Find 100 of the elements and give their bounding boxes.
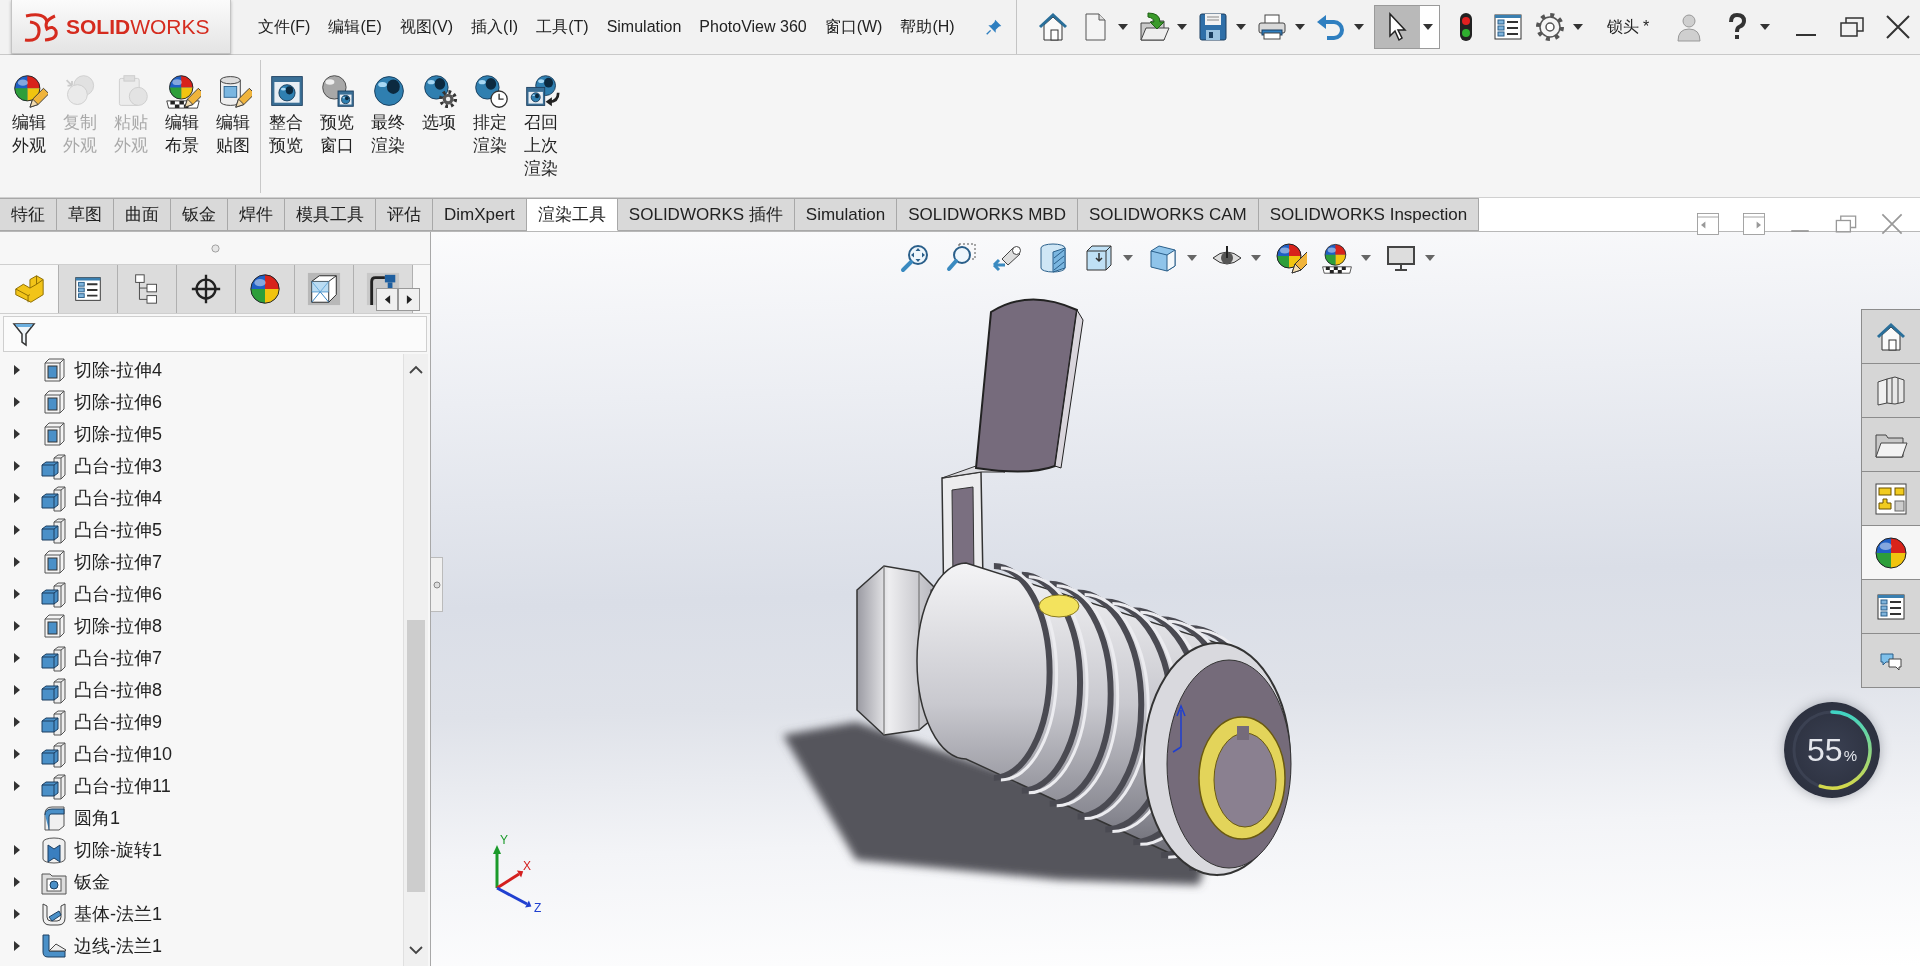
dropdown-caret-icon[interactable] xyxy=(1760,24,1771,30)
expand-arrow-icon[interactable] xyxy=(12,940,22,952)
command-tab[interactable]: 渲染工具 xyxy=(526,198,618,231)
command-tab[interactable]: SOLIDWORKS MBD xyxy=(897,198,1078,231)
scroll-right-button[interactable] xyxy=(398,288,420,311)
dropdown-caret-icon[interactable] xyxy=(1117,24,1128,30)
tree-item-label[interactable]: 凸台-拉伸9 xyxy=(74,710,162,734)
command-tab[interactable]: 曲面 xyxy=(114,198,171,231)
settings-icon[interactable] xyxy=(1533,11,1566,43)
ribbon-button[interactable]: 选项 xyxy=(414,55,465,180)
menu-item[interactable]: 帮助(H) xyxy=(900,16,955,38)
tree-item-label[interactable]: 切除-拉伸5 xyxy=(74,422,162,446)
expand-arrow-icon[interactable] xyxy=(12,716,22,728)
dropdown-caret-icon[interactable] xyxy=(1353,24,1364,30)
expand-arrow-icon[interactable] xyxy=(12,428,22,440)
ribbon-button[interactable]: 编辑贴图 xyxy=(208,55,259,157)
expand-arrow-icon[interactable] xyxy=(12,588,22,600)
expand-arrow-icon[interactable] xyxy=(12,396,22,408)
dropdown-caret-icon[interactable] xyxy=(1235,24,1246,30)
menu-item[interactable]: PhotoView 360 xyxy=(699,16,807,38)
tree-item-label[interactable]: 切除-拉伸6 xyxy=(74,390,162,414)
command-tab[interactable]: 评估 xyxy=(376,198,433,231)
command-tab[interactable]: DimXpert xyxy=(433,198,527,231)
command-tab[interactable]: 特征 xyxy=(0,198,57,231)
section-cylinder-icon[interactable] xyxy=(1037,242,1069,274)
panel-tab[interactable] xyxy=(177,265,236,313)
tile-right-icon[interactable] xyxy=(1740,210,1768,238)
dropdown-caret-icon[interactable] xyxy=(1294,24,1305,30)
menu-item[interactable]: 工具(T) xyxy=(536,16,589,38)
ribbon-button[interactable]: 排定渲染 xyxy=(465,55,516,180)
panel-tab[interactable] xyxy=(59,265,118,313)
tree-item-label[interactable]: 凸台-拉伸7 xyxy=(74,646,162,670)
folder-arrow-icon[interactable] xyxy=(1137,11,1170,43)
ribbon-button[interactable]: 整合预览 xyxy=(261,55,312,180)
splitter-handle-icon[interactable] xyxy=(210,243,220,253)
panel-tab[interactable] xyxy=(295,265,354,313)
panel-tab[interactable] xyxy=(118,265,177,313)
dropdown-caret-icon[interactable] xyxy=(1123,255,1133,261)
command-tab[interactable]: SOLIDWORKS Inspection xyxy=(1258,198,1480,231)
command-tab[interactable]: SOLIDWORKS 插件 xyxy=(617,198,795,231)
tree-item-label[interactable]: 钣金 xyxy=(74,870,110,894)
dropdown-caret-icon[interactable] xyxy=(1361,255,1371,261)
menu-item[interactable]: 编辑(E) xyxy=(328,16,382,38)
command-tab[interactable]: 钣金 xyxy=(171,198,228,231)
menu-item[interactable]: Simulation xyxy=(606,16,682,38)
select-tool-button[interactable] xyxy=(1373,5,1440,49)
tree-item-label[interactable]: 凸台-拉伸11 xyxy=(74,774,171,798)
tree-item-label[interactable]: 凸台-拉伸6 xyxy=(74,582,162,606)
task-pane-tab[interactable] xyxy=(1861,525,1920,580)
ribbon-button[interactable]: 预览窗口 xyxy=(312,55,363,180)
tree-item-label[interactable]: 切除-旋转1 xyxy=(74,838,162,862)
expand-arrow-icon[interactable] xyxy=(12,844,22,856)
home-icon[interactable] xyxy=(1036,11,1069,43)
command-tab[interactable]: 草图 xyxy=(57,198,114,231)
ribbon-button[interactable]: 召回上次渲染 xyxy=(516,55,567,180)
task-pane-tab[interactable] xyxy=(1861,579,1920,634)
expand-arrow-icon[interactable] xyxy=(12,780,22,792)
menu-item[interactable]: 插入(I) xyxy=(471,16,519,38)
expand-arrow-icon[interactable] xyxy=(12,364,22,376)
expand-arrow-icon[interactable] xyxy=(12,876,22,888)
expand-arrow-icon[interactable] xyxy=(12,556,22,568)
menu-item[interactable]: 视图(V) xyxy=(399,16,454,38)
color-ball-checker-icon[interactable] xyxy=(1321,242,1353,274)
tree-item-label[interactable]: 边线-法兰1 xyxy=(74,934,162,958)
scroll-left-button[interactable] xyxy=(376,288,398,311)
expand-arrow-icon[interactable] xyxy=(12,460,22,472)
ribbon-button[interactable]: 编辑布景 xyxy=(157,55,208,157)
menu-item[interactable]: 文件(F) xyxy=(258,16,311,38)
color-ball-pencil-icon[interactable] xyxy=(1275,242,1307,274)
dropdown-caret-icon[interactable] xyxy=(1425,255,1435,261)
expand-arrow-icon[interactable] xyxy=(12,684,22,696)
cube-arrow-icon[interactable] xyxy=(1083,242,1115,274)
shaded-cube-icon[interactable] xyxy=(1147,242,1179,274)
dropdown-caret-icon[interactable] xyxy=(1251,255,1261,261)
tree-item-label[interactable]: 基体-法兰1 xyxy=(74,902,162,926)
command-tab[interactable]: 焊件 xyxy=(228,198,285,231)
tree-item-label[interactable]: 凸台-拉伸8 xyxy=(74,678,162,702)
expand-arrow-icon[interactable] xyxy=(12,748,22,760)
pin-icon[interactable] xyxy=(984,18,1003,36)
tile-left-icon[interactable] xyxy=(1694,210,1722,238)
printer-icon[interactable] xyxy=(1255,11,1288,43)
tree-item-label[interactable]: 切除-拉伸4 xyxy=(74,358,162,382)
ribbon-button[interactable]: 编辑外观 xyxy=(4,55,55,157)
expand-arrow-icon[interactable] xyxy=(12,492,22,504)
tree-item-label[interactable]: 凸台-拉伸3 xyxy=(74,454,162,478)
expand-arrow-icon[interactable] xyxy=(12,524,22,536)
scrollbar-track[interactable] xyxy=(403,354,428,966)
command-tab[interactable]: Simulation xyxy=(794,198,898,231)
tree-item-label[interactable]: 凸台-拉伸4 xyxy=(74,486,162,510)
tree-item-label[interactable]: 凸台-拉伸10 xyxy=(74,742,172,766)
ribbon-button[interactable]: 最终渲染 xyxy=(363,55,414,180)
scrollbar-thumb[interactable] xyxy=(407,620,425,892)
command-tab[interactable]: 模具工具 xyxy=(285,198,376,231)
tree-item-label[interactable]: 切除-拉伸7 xyxy=(74,550,162,574)
dropdown-caret-icon[interactable] xyxy=(1572,24,1583,30)
menu-item[interactable]: 窗口(W) xyxy=(824,16,883,38)
panel-collapse-handle[interactable] xyxy=(431,557,443,612)
panel-tab[interactable] xyxy=(236,265,295,313)
tree-item-label[interactable]: 切除-拉伸8 xyxy=(74,614,162,638)
dropdown-caret-icon[interactable] xyxy=(1187,255,1197,261)
